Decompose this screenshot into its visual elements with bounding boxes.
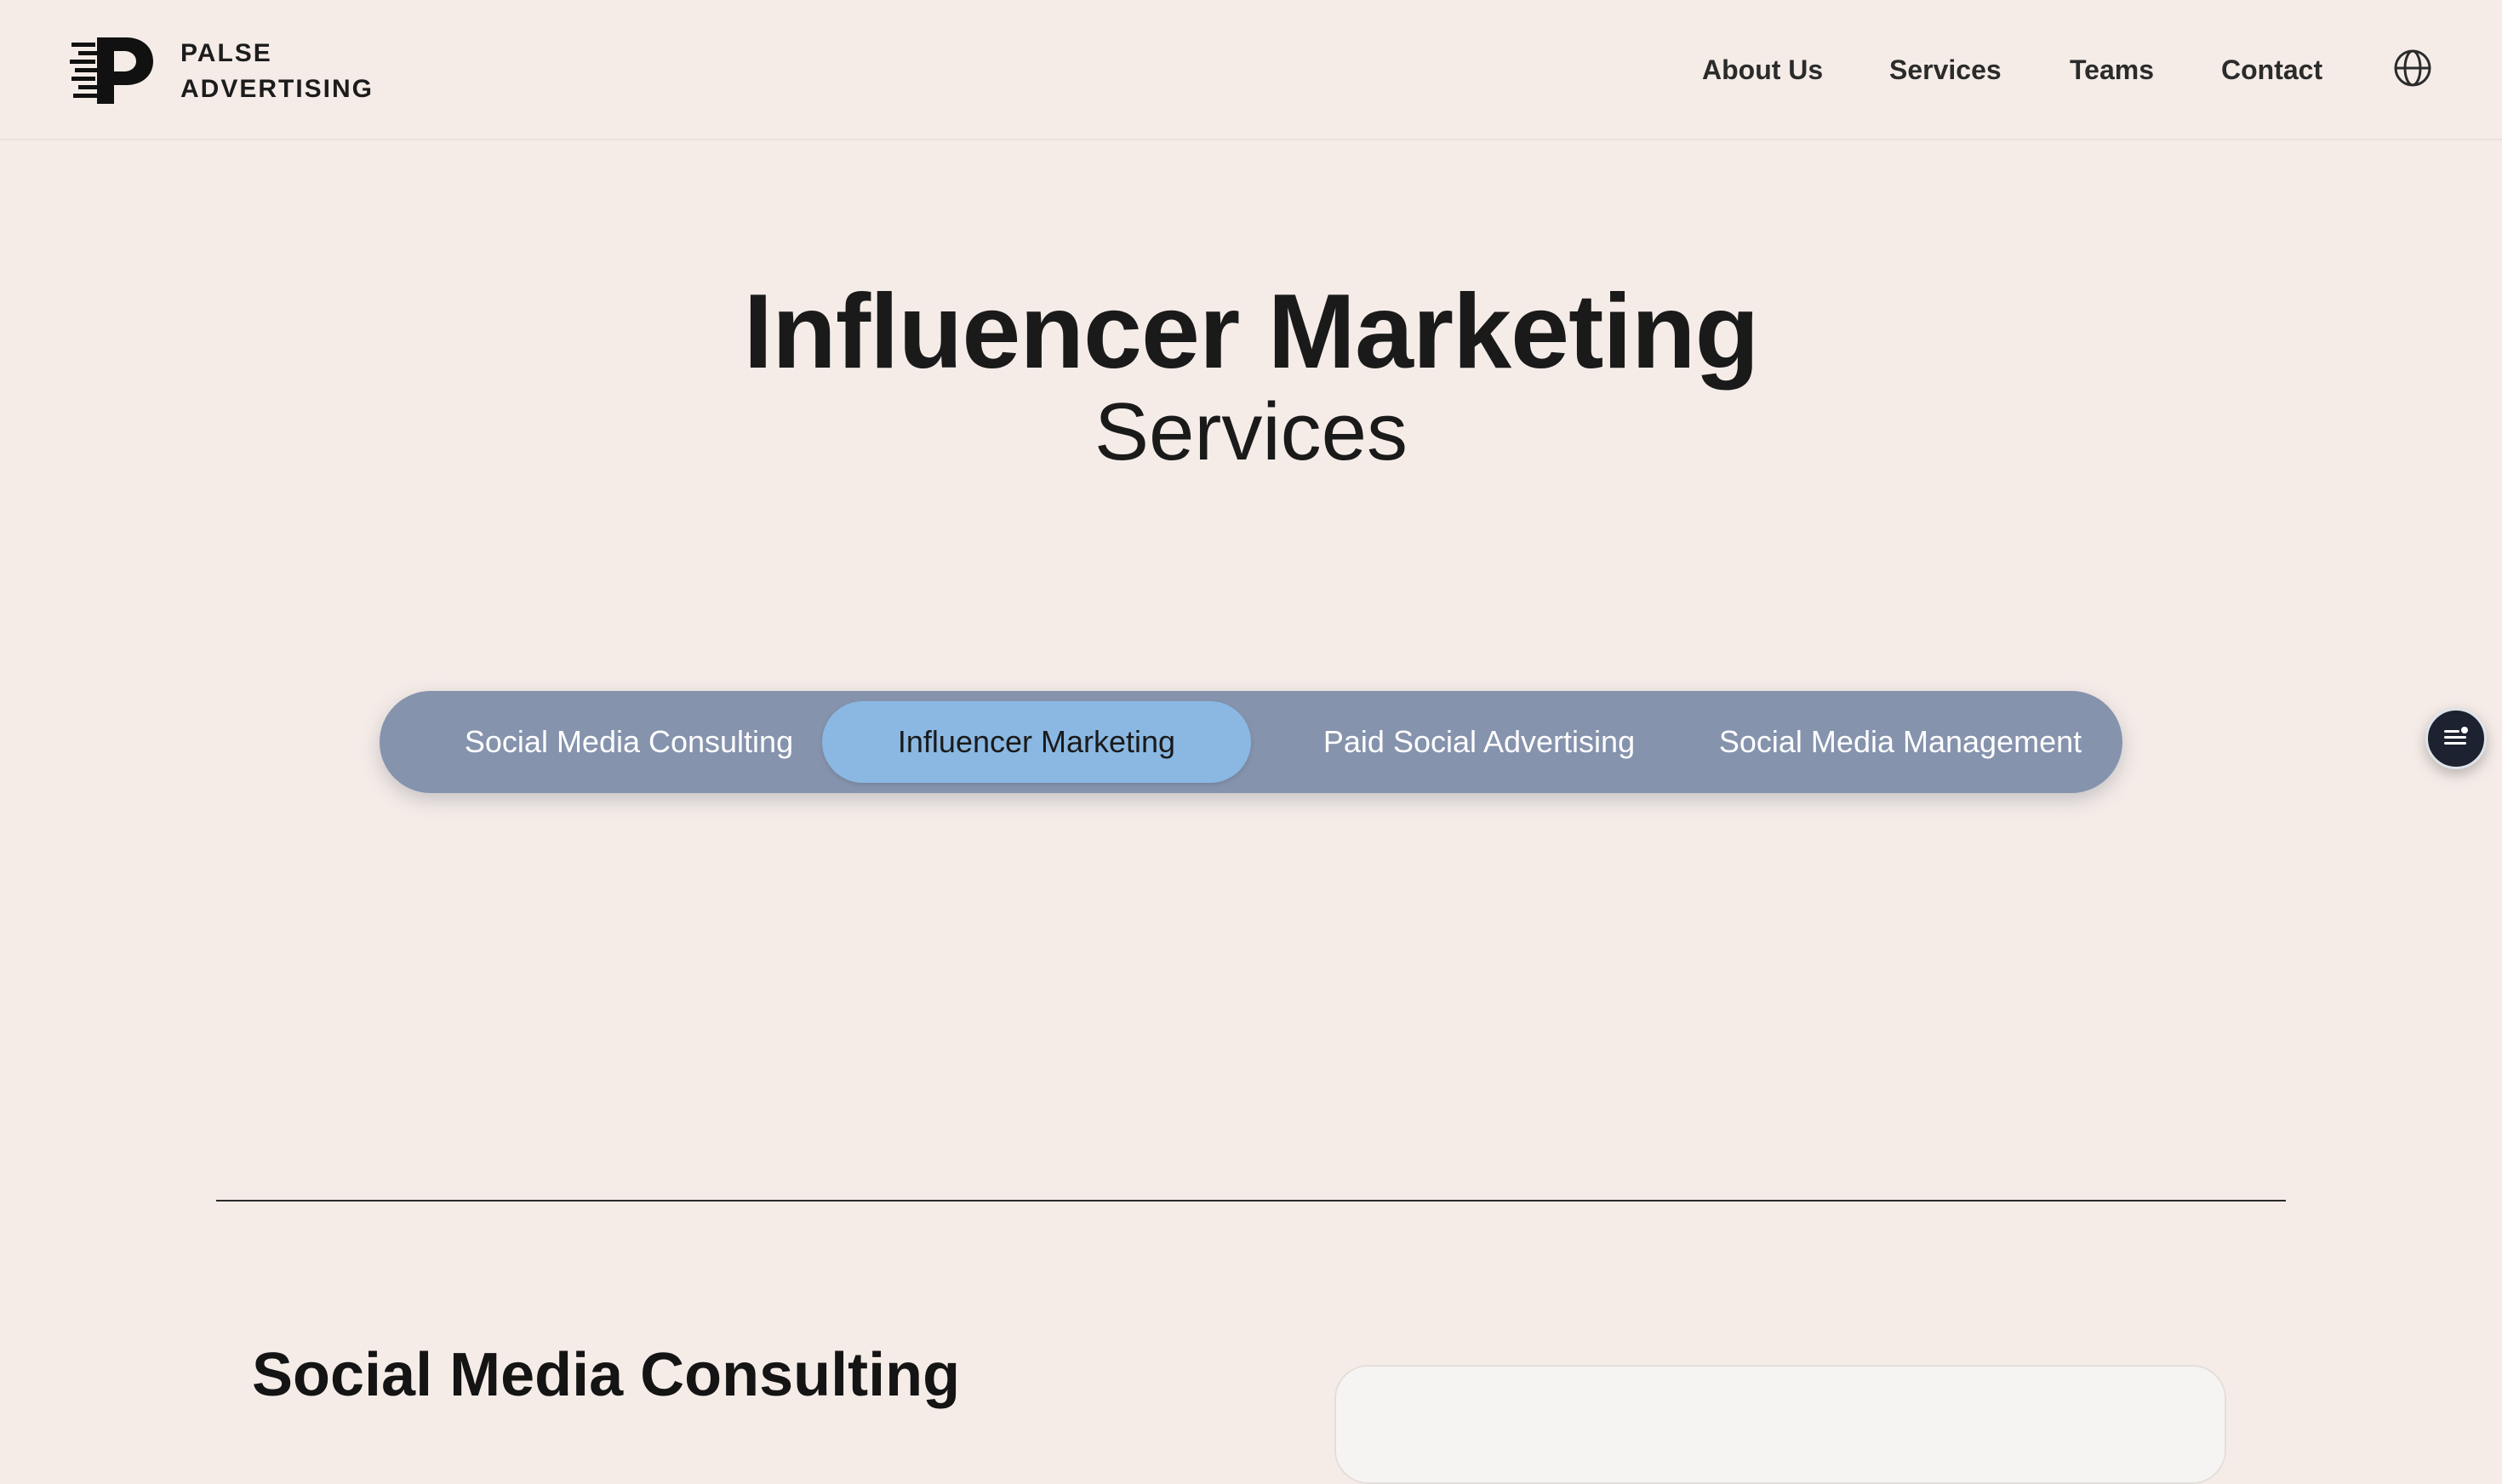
floating-menu-button[interactable] (2425, 708, 2487, 769)
nav-about-us[interactable]: About Us (1702, 49, 1823, 90)
nav-teams[interactable]: Teams (2070, 49, 2154, 90)
site-header: PALSE ADVERTISING About Us Services Team… (0, 0, 2502, 140)
page-subtitle: Services (1094, 386, 1408, 477)
service-tabs: Social Media Consulting Influencer Marke… (380, 691, 2122, 793)
brand-line-1: PALSE (180, 39, 272, 67)
tab-social-media-consulting[interactable]: Social Media Consulting (414, 701, 844, 783)
globe-icon[interactable] (2392, 48, 2433, 88)
nav-services[interactable]: Services (1889, 49, 2002, 90)
p-speed-logo-icon[interactable] (70, 34, 155, 106)
section-divider (216, 1200, 2286, 1201)
section-card (1334, 1365, 2226, 1484)
brand-name[interactable]: PALSE ADVERTISING (180, 36, 374, 107)
section-title: Social Media Consulting (252, 1341, 961, 1409)
tab-influencer-marketing[interactable]: Influencer Marketing (822, 701, 1251, 783)
tab-social-media-management[interactable]: Social Media Management (1690, 701, 2111, 783)
nav-contact[interactable]: Contact (2221, 49, 2322, 90)
menu-list-icon (2442, 725, 2470, 753)
tab-paid-social-advertising[interactable]: Paid Social Advertising (1273, 701, 1685, 783)
page-title: Influencer Marketing (743, 273, 1760, 391)
brand-line-2: ADVERTISING (180, 75, 374, 103)
